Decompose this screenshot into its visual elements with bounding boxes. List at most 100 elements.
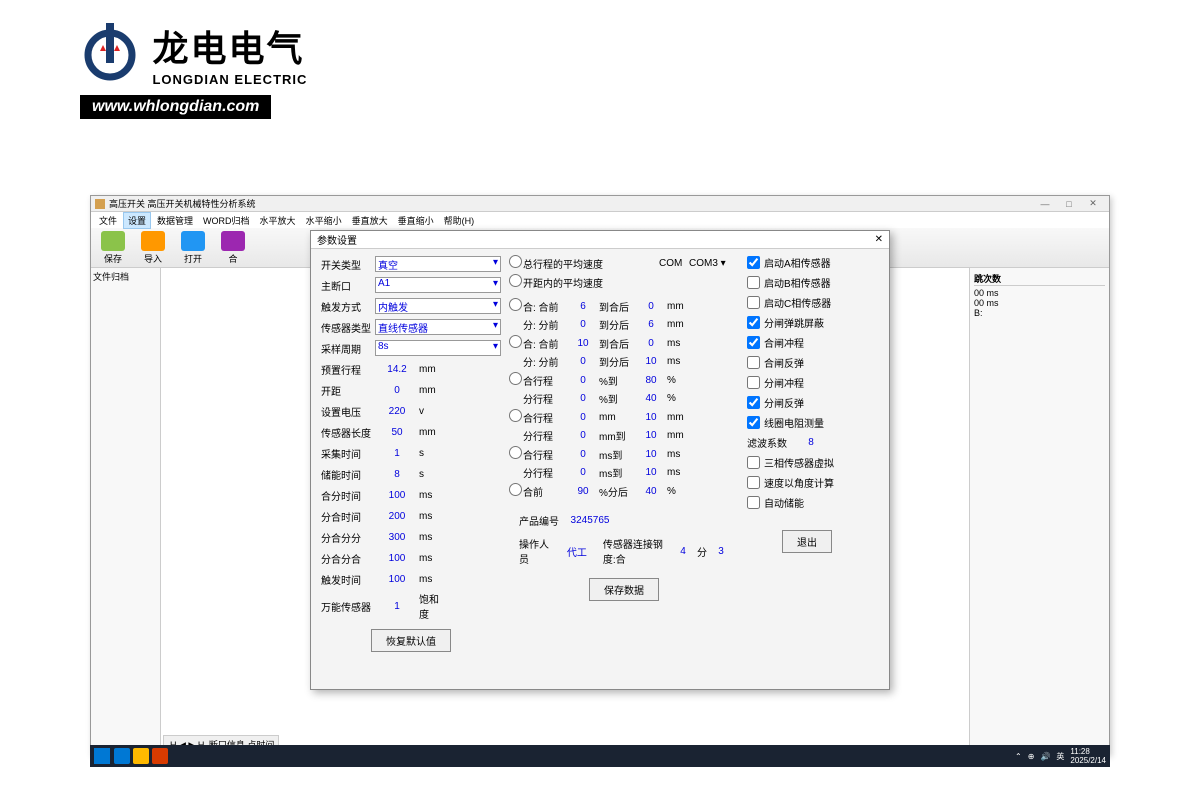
check2-2[interactable] [747, 496, 760, 509]
tray-time[interactable]: 11:28 [1070, 747, 1089, 756]
operator-value[interactable]: 代工 [557, 544, 597, 559]
grid-radio-6[interactable] [509, 409, 522, 422]
sel-value-1[interactable]: A1 ▾ [375, 277, 501, 293]
menu-settings[interactable]: 设置 [123, 212, 151, 229]
grid-v2-0[interactable]: 0 [635, 301, 667, 312]
menu-data[interactable]: 数据管理 [153, 213, 197, 228]
grid-radio-0[interactable] [509, 298, 522, 311]
grid-radio-4[interactable] [509, 372, 522, 385]
grid-u-0: mm [667, 301, 691, 312]
check-6[interactable] [747, 376, 760, 389]
exit-button[interactable]: 退出 [782, 530, 832, 553]
val-value-9[interactable]: 100 [375, 553, 419, 564]
val-value-10[interactable]: 100 [375, 574, 419, 585]
task-edge-icon[interactable] [114, 748, 130, 764]
val-value-11[interactable]: 1 [375, 601, 419, 612]
grid-v1-5[interactable]: 0 [567, 393, 599, 404]
val-value-1[interactable]: 0 [375, 385, 419, 396]
grid-radio-8[interactable] [509, 446, 522, 459]
grid-v1-8[interactable]: 0 [567, 449, 599, 460]
val-label-1: 开距 [321, 383, 375, 398]
grid-v2-5[interactable]: 40 [635, 393, 667, 404]
dialog-close-icon[interactable]: ✕ [875, 234, 883, 245]
val-value-7[interactable]: 200 [375, 511, 419, 522]
start-button[interactable] [94, 748, 110, 764]
menu-file[interactable]: 文件 [95, 213, 121, 228]
filter-value[interactable]: 8 [801, 437, 821, 448]
menu-word[interactable]: WORD归档 [199, 213, 254, 228]
grid-v1-4[interactable]: 0 [567, 375, 599, 386]
val-value-6[interactable]: 100 [375, 490, 419, 501]
grid-v1-3[interactable]: 0 [567, 356, 599, 367]
grid-v2-1[interactable]: 6 [635, 319, 667, 330]
menu-help[interactable]: 帮助(H) [440, 213, 479, 228]
task-app-icon[interactable] [152, 748, 168, 764]
check-7[interactable] [747, 396, 760, 409]
grid-v1-0[interactable]: 6 [567, 301, 599, 312]
menu-vzoom-in[interactable]: 垂直放大 [348, 213, 392, 228]
maximize-button[interactable]: □ [1057, 199, 1081, 209]
menu-hzoom-in[interactable]: 水平放大 [256, 213, 300, 228]
grid-v2-8[interactable]: 10 [635, 449, 667, 460]
check-0[interactable] [747, 256, 760, 269]
check-3[interactable] [747, 316, 760, 329]
sel-value-3[interactable]: 直线传感器 ▾ [375, 319, 501, 335]
system-tray[interactable]: ⌃ ⊕ 🔊 英 11:282025/2/14 [1015, 747, 1106, 765]
check-1[interactable] [747, 276, 760, 289]
grid-v1-1[interactable]: 0 [567, 319, 599, 330]
tb-4[interactable]: 合 [215, 231, 251, 265]
grid-v2-9[interactable]: 10 [635, 467, 667, 478]
com-select[interactable]: COM3 ▾ [689, 258, 739, 269]
check-4[interactable] [747, 336, 760, 349]
val-value-5[interactable]: 8 [375, 469, 419, 480]
tb-open[interactable]: 打开 [175, 231, 211, 265]
conn-v2[interactable]: 3 [713, 546, 729, 557]
task-folder-icon[interactable] [133, 748, 149, 764]
grid-v1-2[interactable]: 10 [567, 338, 599, 349]
sel-value-4[interactable]: 8s ▾ [375, 340, 501, 356]
tray-vol-icon[interactable]: 🔊 [1040, 752, 1050, 761]
check-8[interactable] [747, 416, 760, 429]
close-button[interactable]: ✕ [1081, 198, 1105, 209]
tray-date[interactable]: 2025/2/14 [1070, 756, 1106, 765]
tray-net-icon[interactable]: ⊕ [1028, 752, 1035, 761]
grid-v1-10[interactable]: 90 [567, 486, 599, 497]
check-5[interactable] [747, 356, 760, 369]
val-value-8[interactable]: 300 [375, 532, 419, 543]
sel-value-0[interactable]: 真空 ▾ [375, 256, 501, 272]
restore-defaults-button[interactable]: 恢复默认值 [371, 629, 451, 652]
val-value-0[interactable]: 14.2 [375, 364, 419, 375]
radio-dist-avg[interactable] [509, 274, 522, 287]
grid-g2-0: 到合后 [599, 299, 635, 314]
grid-radio-10[interactable] [509, 483, 522, 496]
val-value-4[interactable]: 1 [375, 448, 419, 459]
tb-import[interactable]: 导入 [135, 231, 171, 265]
product-value[interactable]: 3245765 [565, 515, 615, 526]
grid-v2-3[interactable]: 10 [635, 356, 667, 367]
check2-0[interactable] [747, 456, 760, 469]
grid-v2-6[interactable]: 10 [635, 412, 667, 423]
save-data-button[interactable]: 保存数据 [589, 578, 659, 601]
grid-radio-2[interactable] [509, 335, 522, 348]
sel-value-2[interactable]: 内触发 ▾ [375, 298, 501, 314]
menu-vzoom-out[interactable]: 垂直缩小 [394, 213, 438, 228]
check-label-2: 启动C相传感器 [764, 295, 831, 310]
check-2[interactable] [747, 296, 760, 309]
grid-v2-10[interactable]: 40 [635, 486, 667, 497]
check2-1[interactable] [747, 476, 760, 489]
val-value-2[interactable]: 220 [375, 406, 419, 417]
radio-total-avg[interactable] [509, 255, 522, 268]
grid-v2-7[interactable]: 10 [635, 430, 667, 441]
tray-lang[interactable]: 英 [1056, 751, 1064, 762]
tray-up-icon[interactable]: ⌃ [1015, 752, 1022, 761]
menu-hzoom-out[interactable]: 水平缩小 [302, 213, 346, 228]
grid-v1-6[interactable]: 0 [567, 412, 599, 423]
grid-v1-7[interactable]: 0 [567, 430, 599, 441]
minimize-button[interactable]: — [1033, 199, 1057, 209]
grid-v2-2[interactable]: 0 [635, 338, 667, 349]
conn-v1[interactable]: 4 [675, 546, 691, 557]
val-value-3[interactable]: 50 [375, 427, 419, 438]
grid-v1-9[interactable]: 0 [567, 467, 599, 478]
tb-save[interactable]: 保存 [95, 231, 131, 265]
grid-v2-4[interactable]: 80 [635, 375, 667, 386]
